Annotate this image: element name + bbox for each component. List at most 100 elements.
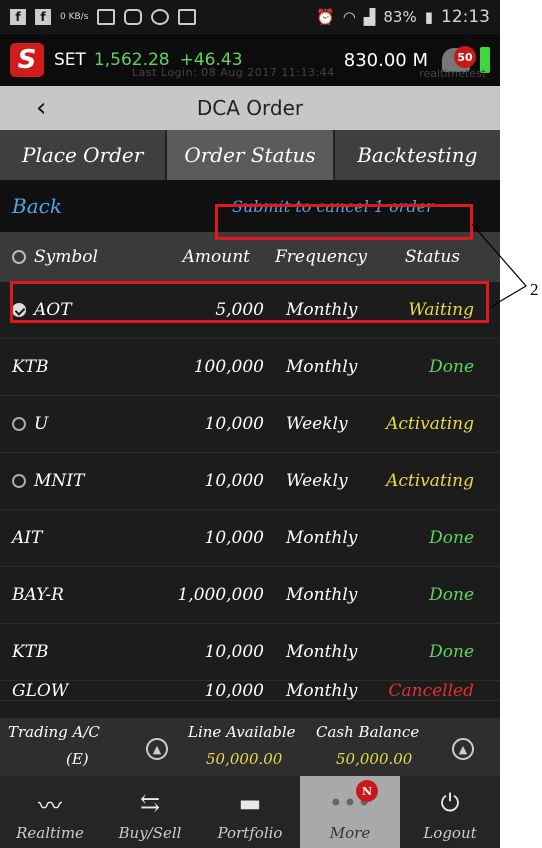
selected-row-highlight-box — [10, 281, 489, 323]
chart-line-icon: 〰 — [38, 791, 62, 820]
new-badge: N — [356, 780, 378, 802]
header-symbol: Symbol — [12, 247, 98, 267]
header-status: Status — [404, 247, 460, 267]
phone-screen: f f 0 KB/s ⏰ ◠ ▟ 83% ▮ 12:13 S SET 1,562… — [0, 0, 500, 848]
line-available-value: 50,000.00 — [206, 750, 283, 768]
row-amount: 10,000 — [204, 414, 264, 434]
page-title: DCA Order — [196, 96, 304, 120]
row-status: Done — [429, 642, 474, 662]
annotation-number: 2 — [530, 280, 539, 299]
username-text: realtimetest — [419, 67, 486, 80]
row-symbol: AIT — [12, 528, 42, 548]
row-status: Done — [429, 357, 474, 377]
row-frequency: Weekly — [286, 471, 348, 491]
header-frequency: Frequency — [275, 247, 367, 267]
submit-highlight-box — [215, 204, 473, 240]
nav-label: Realtime — [16, 824, 84, 842]
row-symbol: KTB — [12, 357, 49, 377]
row-amount: 10,000 — [204, 642, 264, 662]
cash-balance-value: 50,000.00 — [336, 750, 413, 768]
folder-icon: ▬ — [238, 789, 262, 817]
tab-order-status[interactable]: Order Status — [167, 130, 335, 180]
row-status: Done — [429, 528, 474, 548]
select-all-radio[interactable] — [12, 250, 26, 264]
account-summary-bar: Trading A/C (E) ▲ Line Available 50,000.… — [0, 718, 500, 776]
power-icon: ⏻ — [440, 789, 460, 817]
nav-portfolio[interactable]: ▬ Portfolio — [200, 776, 300, 848]
notification-count-badge: 50 — [454, 46, 476, 68]
row-symbol-text: KTB — [12, 642, 49, 662]
row-symbol-text: BAY-R — [12, 585, 64, 605]
nav-label: Portfolio — [217, 824, 283, 842]
tab-place-order[interactable]: Place Order — [0, 130, 168, 180]
market-ticker: S SET 1,562.28 +46.43 830.00 M 50 Last L… — [0, 34, 500, 86]
cash-balance-label: Cash Balance — [316, 723, 420, 741]
annotation-callout-line — [471, 223, 527, 309]
row-amount: 10,000 — [204, 528, 264, 548]
facebook-notification-icon: f — [10, 9, 26, 25]
signal-icon: ▟ — [363, 8, 376, 26]
row-symbol-text: AIT — [12, 528, 43, 548]
back-link[interactable]: Back — [12, 194, 62, 218]
row-frequency: Monthly — [286, 528, 358, 548]
row-select-radio[interactable] — [12, 474, 26, 488]
row-symbol-text: KTB — [12, 357, 49, 377]
row-amount: 10,000 — [204, 471, 264, 491]
nav-logout[interactable]: ⏻ Logout — [400, 776, 500, 848]
trading-ac-value: (E) — [66, 750, 89, 768]
nav-label: More — [329, 824, 371, 842]
battery-icon: ▮ — [424, 8, 433, 26]
alarm-icon: ⏰ — [316, 8, 335, 26]
nav-realtime[interactable]: 〰 Realtime — [0, 776, 100, 848]
row-symbol: U — [12, 414, 48, 434]
buy-sell-arrows-icon: ⇆ — [139, 789, 161, 817]
order-list: AOT 5,000 Monthly Waiting KTB 100,000 Monthly D… — [0, 282, 500, 701]
row-symbol-text: MNIT — [34, 471, 85, 491]
nav-more[interactable]: ••• N More — [300, 776, 400, 848]
order-row[interactable]: BAY-R 1,000,000 Monthly Done — [0, 567, 500, 624]
row-symbol: MNIT — [12, 471, 84, 491]
row-frequency: Monthly — [286, 357, 358, 377]
last-login-text: Last Login: 08 Aug 2017 11:13:44 — [132, 66, 335, 79]
clock: 12:13 — [441, 7, 490, 27]
order-row[interactable]: KTB 10,000 Monthly Done — [0, 624, 500, 681]
row-frequency: Monthly — [286, 681, 358, 701]
row-amount: 1,000,000 — [177, 585, 264, 605]
line-available-label: Line Available — [188, 723, 296, 741]
expand-summary-chevron-icon[interactable]: ▲ — [452, 738, 474, 760]
nav-label: Logout — [423, 824, 477, 842]
row-symbol-text: GLOW — [12, 681, 69, 701]
header-amount: Amount — [182, 247, 250, 267]
order-row[interactable]: MNIT 10,000 Weekly Activating — [0, 453, 500, 510]
row-amount: 100,000 — [193, 357, 264, 377]
bottom-nav: 〰 Realtime ⇆ Buy/Sell ▬ Portfolio ••• N … — [0, 776, 500, 848]
order-row[interactable]: AIT 10,000 Monthly Done — [0, 510, 500, 567]
row-frequency: Weekly — [286, 414, 348, 434]
trading-ac-label: Trading A/C — [8, 723, 100, 741]
account-select-chevron-icon[interactable]: ▲ — [146, 738, 168, 760]
android-status-bar: f f 0 KB/s ⏰ ◠ ▟ 83% ▮ 12:13 — [0, 0, 500, 34]
row-status: Done — [429, 585, 474, 605]
row-symbol: KTB — [12, 642, 49, 662]
market-value: 830.00 M — [343, 49, 428, 71]
tab-backtesting[interactable]: Backtesting — [335, 130, 500, 180]
nav-buy-sell[interactable]: ⇆ Buy/Sell — [100, 776, 200, 848]
order-row[interactable]: GLOW 10,000 Monthly Cancelled — [0, 681, 500, 701]
row-symbol: BAY-R — [12, 585, 64, 605]
row-select-radio[interactable] — [12, 417, 26, 431]
order-row[interactable]: U 10,000 Weekly Activating — [0, 396, 500, 453]
image-notification-icon — [97, 9, 116, 25]
back-chevron-icon[interactable]: ‹ — [36, 93, 46, 123]
row-status: Cancelled — [388, 681, 475, 701]
row-symbol-text: U — [34, 414, 49, 434]
row-status: Activating — [386, 471, 474, 491]
title-bar: ‹ DCA Order — [0, 86, 500, 130]
wifi-icon: ◠ — [342, 8, 356, 26]
row-frequency: Monthly — [286, 585, 358, 605]
instagram-notification-icon — [124, 9, 143, 25]
app-notification-icon — [151, 9, 170, 25]
header-symbol-label: Symbol — [34, 247, 98, 267]
row-frequency: Monthly — [286, 642, 358, 662]
order-row[interactable]: KTB 100,000 Monthly Done — [0, 339, 500, 396]
row-symbol: GLOW — [12, 681, 69, 701]
